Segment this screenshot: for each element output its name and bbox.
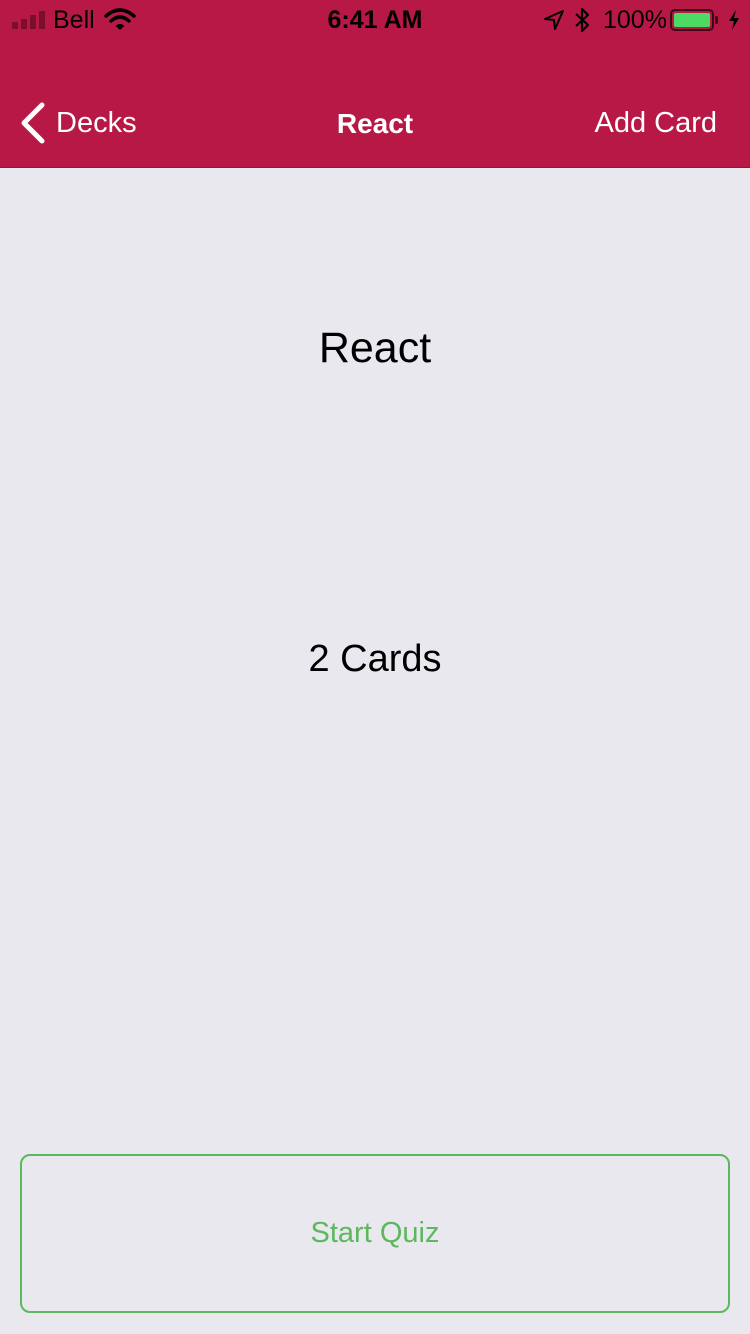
status-bar: Bell 6:41 AM 100% xyxy=(0,0,750,40)
location-icon xyxy=(544,10,564,30)
header: Bell 6:41 AM 100% Decks React Add Card xyxy=(0,0,750,168)
battery-percent: 100% xyxy=(603,6,667,34)
card-count: 2 Cards xyxy=(308,638,442,680)
battery-icon xyxy=(670,9,714,31)
battery-tip xyxy=(715,16,718,24)
add-card-button[interactable]: Add Card xyxy=(594,107,717,140)
start-quiz-button[interactable]: Start Quiz xyxy=(20,1154,730,1313)
bluetooth-icon xyxy=(575,7,590,33)
deck-title: React xyxy=(318,324,432,372)
battery-level xyxy=(674,13,710,27)
start-quiz-label: Start Quiz xyxy=(310,1217,440,1249)
charging-icon xyxy=(729,10,739,30)
